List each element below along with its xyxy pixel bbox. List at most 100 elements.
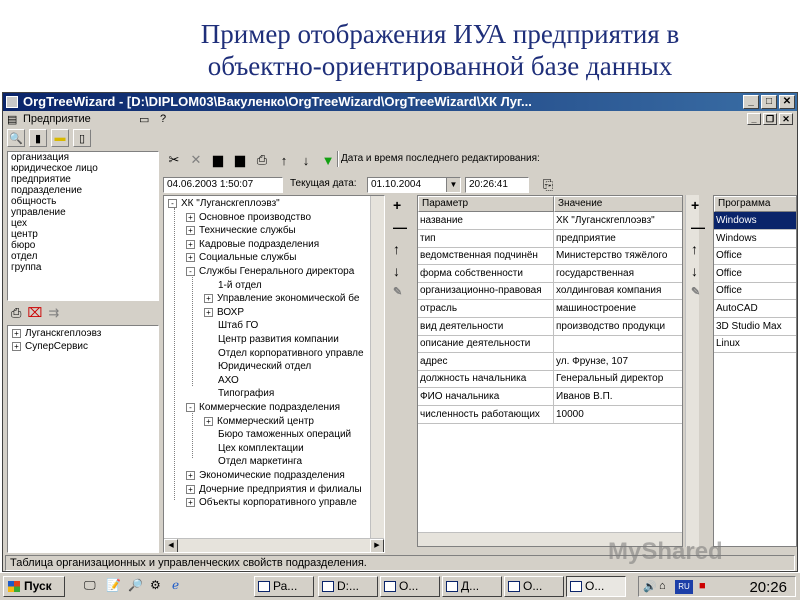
edit-tree-icon[interactable]: ✂	[165, 151, 183, 169]
tree-node[interactable]: + Управление экономической бе	[204, 293, 359, 305]
param-value-cell[interactable]: Генеральный директор	[554, 370, 682, 389]
tree-node[interactable]: + Кадровые подразделения	[186, 239, 319, 251]
taskbar-button[interactable]: О...	[566, 576, 626, 597]
delete-org-icon[interactable]: ⌧	[27, 305, 42, 323]
expand-icon[interactable]: +	[186, 239, 195, 249]
transfer-org-icon[interactable]: ⇉	[48, 305, 59, 323]
param-name-cell[interactable]: адрес	[418, 352, 554, 371]
tree-node[interactable]: 1-й отдел	[218, 280, 262, 292]
param-value-cell[interactable]: ул. Фрунзе, 107	[554, 353, 682, 371]
quicklaunch-media-icon[interactable]: ⚙	[150, 578, 161, 592]
tree-horizontal-scrollbar[interactable]: ◀ ▶	[164, 538, 384, 552]
add-param-button[interactable]: +	[393, 197, 407, 213]
tree-node[interactable]: + Коммерческий центр	[204, 416, 314, 428]
col-header-value[interactable]: Значение	[554, 196, 682, 212]
param-name-cell[interactable]: тип	[418, 229, 554, 248]
tree-node[interactable]: Бюро таможенных операций	[218, 429, 351, 441]
program-up-button[interactable]: ↑	[691, 241, 705, 257]
tree-node[interactable]: Юридический отдел	[218, 361, 311, 373]
param-name-cell[interactable]: ведомственная подчинён	[418, 247, 554, 266]
tree-node[interactable]: АХО	[218, 375, 239, 387]
program-cell[interactable]: Office	[714, 247, 796, 266]
maximize-button[interactable]: □	[761, 95, 777, 109]
taskbar-button[interactable]: О...	[380, 576, 440, 597]
start-button[interactable]: Пуск	[3, 576, 65, 597]
param-value-cell[interactable]: Иванов В.П.	[554, 388, 682, 406]
new-document-icon[interactable]: ▮	[29, 129, 47, 147]
volume-icon[interactable]: 🔊	[643, 580, 657, 593]
taskbar-button[interactable]: D:...	[318, 576, 378, 597]
list-item[interactable]: организация	[8, 152, 158, 163]
quicklaunch-search-icon[interactable]: 🔎	[128, 578, 143, 592]
organizations-tree[interactable]: + Луганскгеплоэвз + СуперСервис	[7, 325, 159, 553]
tree-node[interactable]: Отдел маркетинга	[218, 456, 302, 468]
move-down-icon[interactable]: ↓	[297, 151, 315, 169]
tray-app-icon[interactable]: ■	[699, 580, 706, 592]
list-item[interactable]: управление	[8, 207, 158, 218]
tree-root[interactable]: - ХК "Луганскгеплоэвз"	[168, 198, 280, 210]
minimize-button[interactable]: _	[743, 95, 759, 109]
param-name-cell[interactable]: вид деятельности	[418, 317, 554, 336]
param-value-cell[interactable]: ХК "Луганскгеплоэвз"	[554, 212, 682, 230]
tree-node[interactable]: Штаб ГО	[218, 320, 258, 332]
expand-icon[interactable]: +	[204, 416, 213, 426]
program-cell[interactable]: 3D Studio Max	[714, 318, 796, 336]
quicklaunch-ie-icon[interactable]: ℯ	[172, 578, 179, 592]
collapse-icon[interactable]: -	[186, 267, 195, 276]
col-header-parameter[interactable]: Параметр	[418, 196, 554, 212]
print-icon[interactable]: ⎙	[253, 151, 271, 169]
tree-node[interactable]: Типография	[218, 388, 274, 400]
tree-node[interactable]: + Основное производство	[186, 212, 311, 224]
child-close-button[interactable]: ✕	[779, 113, 793, 125]
tree-node[interactable]: - Службы Генерального директора	[186, 266, 354, 278]
current-time-field[interactable]: 20:26:41	[465, 177, 529, 193]
param-up-button[interactable]: ↑	[393, 241, 407, 257]
org-item[interactable]: + Луганскгеплоэвз	[12, 328, 101, 340]
expand-icon[interactable]: +	[186, 253, 195, 263]
filter-icon[interactable]: ▼	[319, 151, 337, 169]
program-edit-button[interactable]: ✎	[691, 285, 705, 298]
tree-node[interactable]: + Технические службы	[186, 225, 296, 237]
current-date-combo[interactable]: 01.10.2004 ▼	[367, 177, 461, 193]
menu-item-tools-icon[interactable]: ▭	[139, 113, 149, 126]
param-down-button[interactable]: ↓	[393, 263, 407, 279]
expand-icon[interactable]: +	[204, 307, 213, 317]
add-program-button[interactable]: +	[691, 197, 705, 213]
expand-icon[interactable]: +	[186, 212, 195, 222]
expand-icon[interactable]: +	[186, 226, 195, 236]
tree-node[interactable]: - Коммерческие подразделения	[186, 402, 340, 414]
program-cell[interactable]: Office	[714, 282, 796, 301]
col-header-program[interactable]: Программа	[714, 196, 796, 212]
close-button[interactable]: ✕	[779, 95, 795, 109]
param-name-cell[interactable]: ФИО начальника	[418, 388, 554, 406]
quicklaunch-explorer-icon[interactable]: 📝	[106, 578, 121, 592]
param-name-cell[interactable]: организационно-правовая	[418, 282, 554, 301]
param-name-cell[interactable]: описание деятельности	[418, 335, 554, 354]
param-name-cell[interactable]: название	[418, 212, 554, 230]
program-cell[interactable]: Office	[714, 265, 796, 283]
remove-program-button[interactable]: —	[691, 219, 705, 235]
param-name-cell[interactable]: численность работающих	[418, 405, 554, 424]
collapse-icon[interactable]: -	[186, 403, 195, 412]
search-icon[interactable]: 🔍	[7, 129, 25, 147]
list-item[interactable]: центр	[8, 229, 158, 240]
taskbar-button[interactable]: О...	[504, 576, 564, 597]
list-item[interactable]: предприятие	[8, 174, 158, 185]
delete-icon[interactable]: ✕	[187, 151, 205, 169]
expand-icon[interactable]: +	[186, 498, 195, 508]
remove-param-button[interactable]: —	[393, 219, 407, 235]
collapse-icon[interactable]: -	[168, 199, 177, 208]
param-value-cell[interactable]: государственная	[554, 265, 682, 283]
param-name-cell[interactable]: должность начальника	[418, 370, 554, 389]
menu-item-enterprise[interactable]: Предприятие	[23, 113, 91, 125]
list-item[interactable]: общность	[8, 196, 158, 207]
program-down-button[interactable]: ↓	[691, 263, 705, 279]
scroll-right-button[interactable]: ▶	[370, 539, 384, 552]
list-item[interactable]: группа	[8, 262, 158, 273]
param-value-cell[interactable]: производство продукци	[554, 318, 682, 336]
quicklaunch-desktop-icon[interactable]: 🖵	[84, 578, 96, 593]
program-cell[interactable]: Windows	[714, 230, 796, 248]
add-org-icon[interactable]: ⎙	[11, 305, 21, 323]
parameters-table[interactable]: Параметр Значение название ХК "Луганскгеп…	[417, 195, 683, 547]
save-copy-icon[interactable]: ▆	[231, 151, 249, 169]
